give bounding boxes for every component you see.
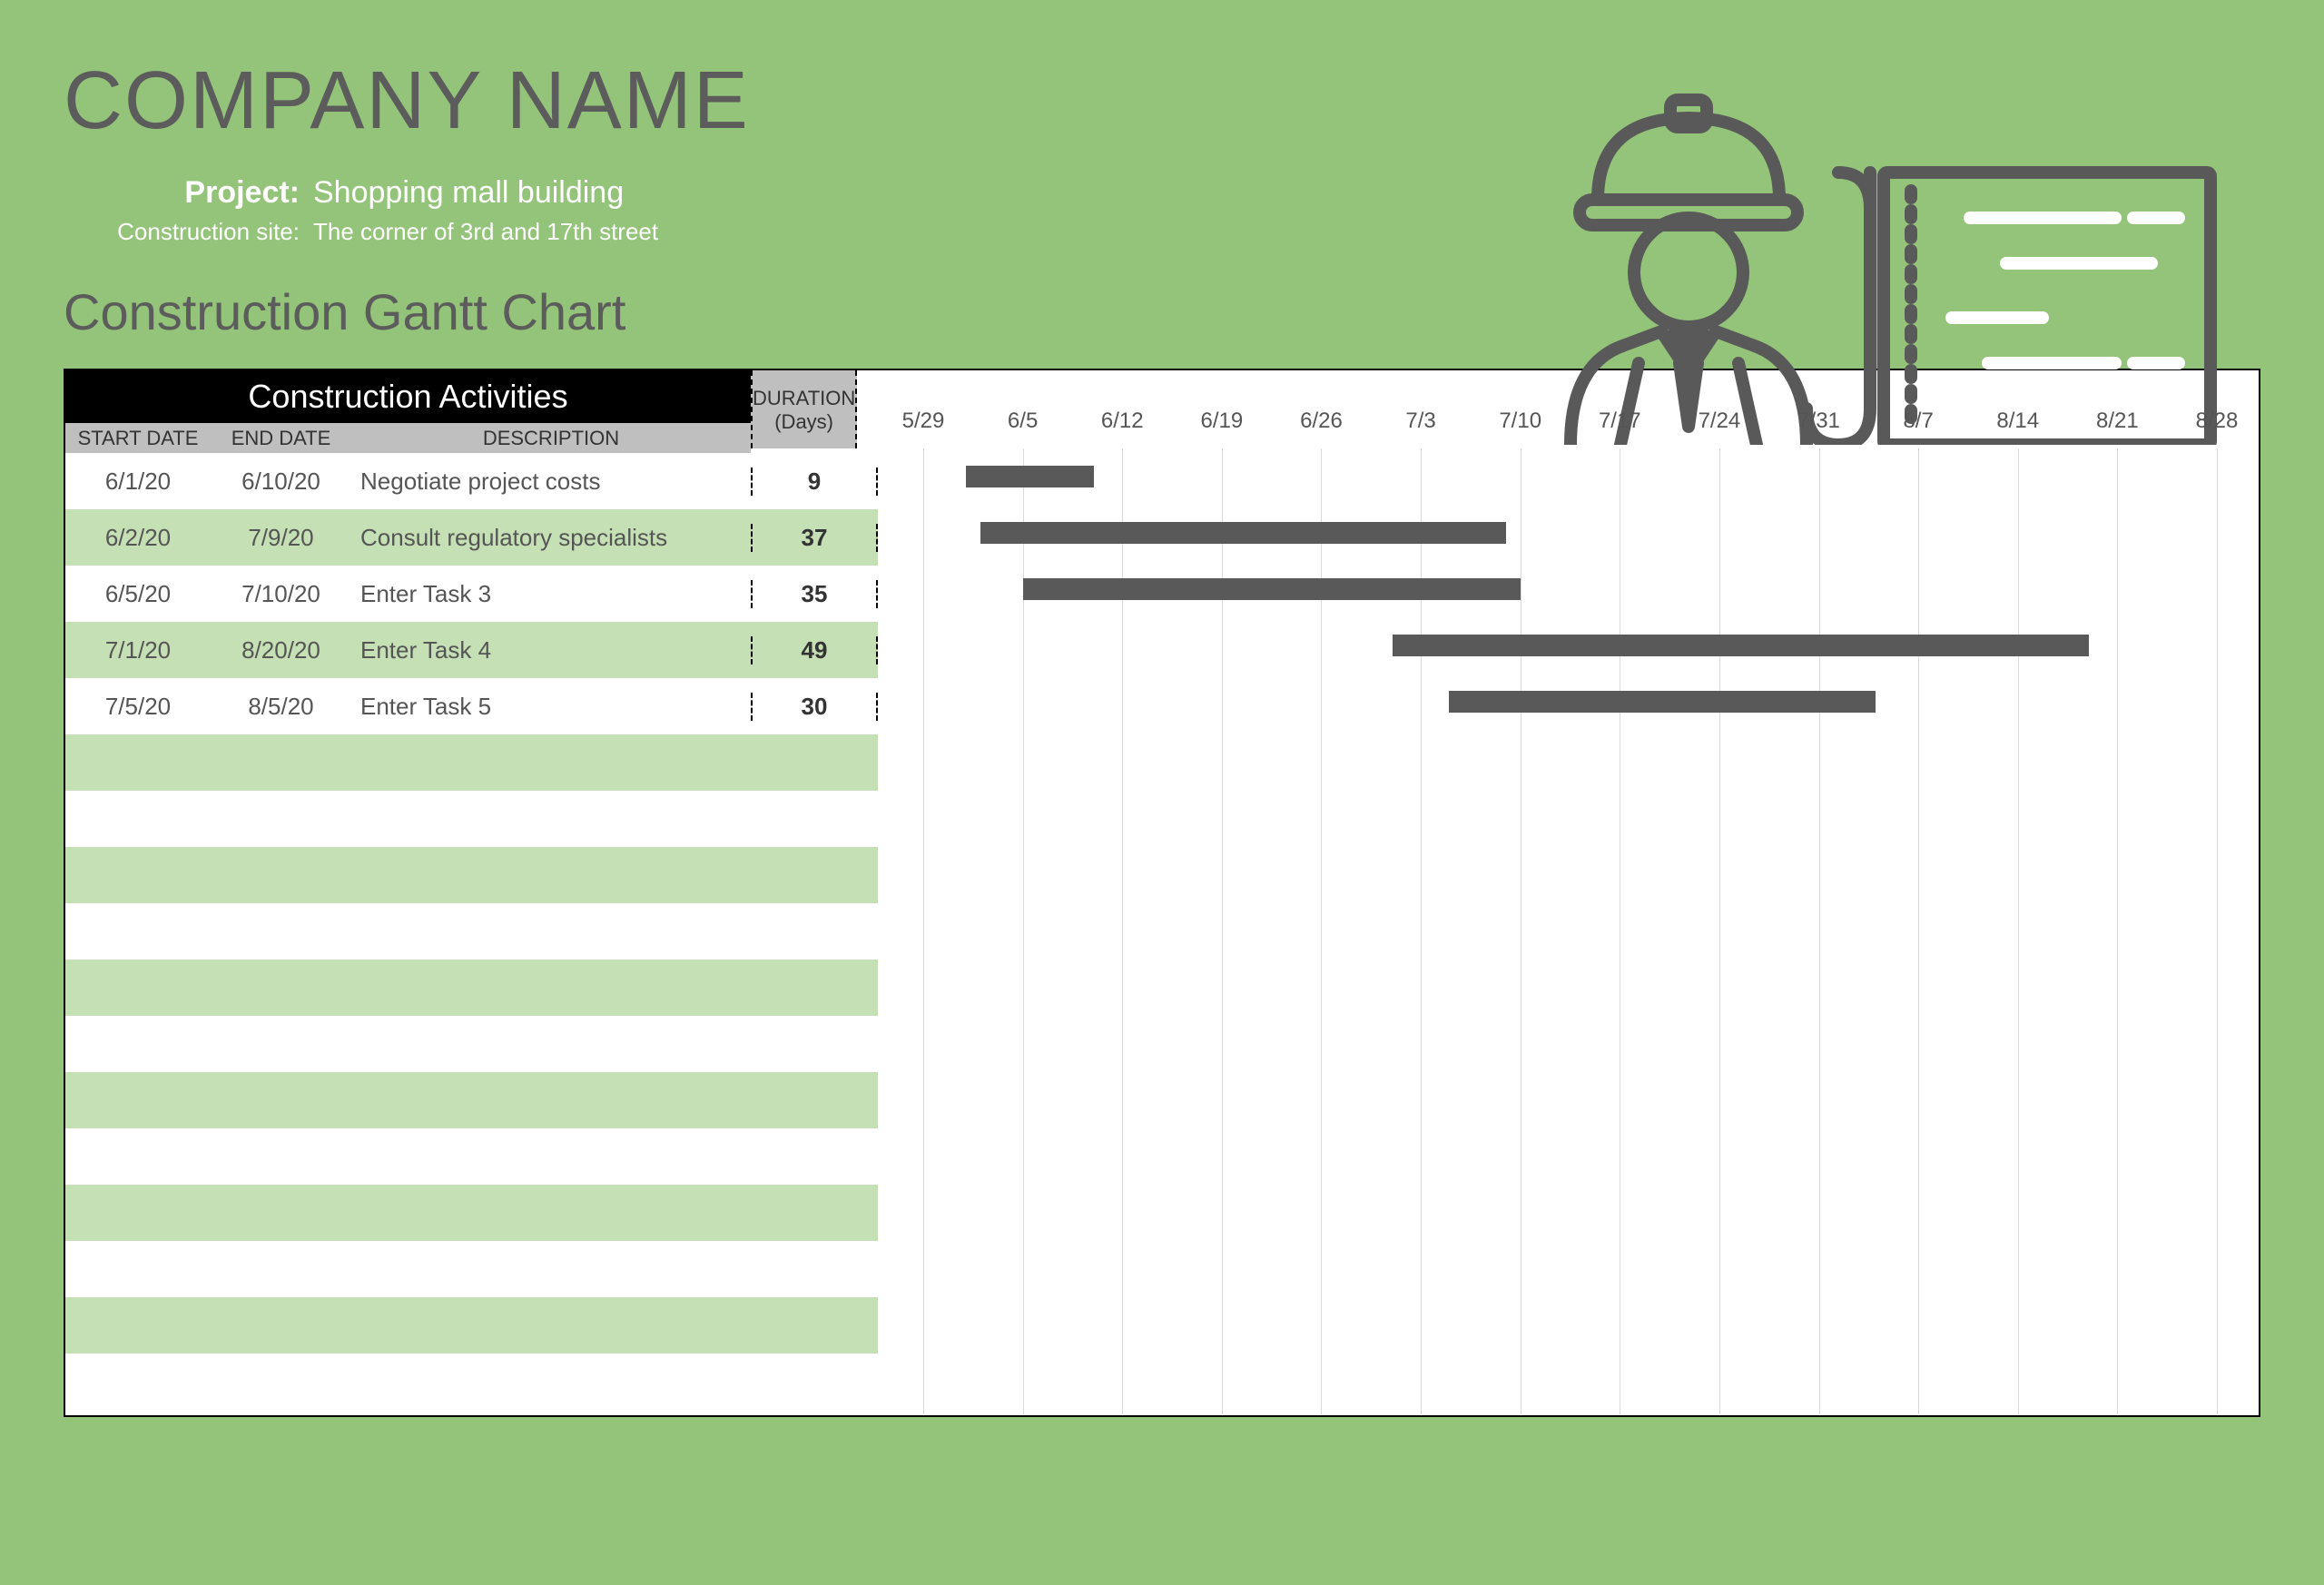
timeline-date: 6/12 [1101, 409, 1144, 434]
table-row [65, 1354, 878, 1410]
cell-start: 6/2/20 [65, 524, 211, 552]
sub-header: START DATE END DATE DESCRIPTION [65, 423, 751, 453]
cell-desc: Negotiate project costs [351, 468, 751, 496]
gantt-bar [980, 522, 1506, 544]
table-row [65, 1128, 878, 1185]
table-row [65, 903, 878, 960]
cell-duration: 37 [751, 524, 878, 552]
timeline-date: 8/14 [1996, 409, 2039, 434]
cell-end: 8/5/20 [211, 693, 351, 721]
gantt-chart-container: Construction Activities START DATE END D… [64, 369, 2260, 1417]
timeline-date: 7/17 [1599, 409, 1641, 434]
cell-duration: 35 [751, 580, 878, 608]
gantt-row [878, 617, 2259, 674]
table-row [65, 1072, 878, 1128]
timeline-date: 7/3 [1405, 409, 1435, 434]
timeline-date: 6/19 [1200, 409, 1243, 434]
cell-end: 7/10/20 [211, 580, 351, 608]
cell-end: 7/9/20 [211, 524, 351, 552]
timeline-date: 7/24 [1699, 409, 1741, 434]
cell-duration: 9 [751, 468, 878, 496]
timeline-date: 6/26 [1300, 409, 1343, 434]
table-row [65, 1016, 878, 1072]
gantt-bar [1393, 635, 2089, 656]
col-desc-header: DESCRIPTION [351, 427, 751, 450]
cell-desc: Enter Task 3 [351, 580, 751, 608]
duration-header: DURATION (Days) [751, 370, 857, 448]
table-row: 7/5/208/5/20Enter Task 530 [65, 678, 878, 734]
table-row [65, 847, 878, 903]
project-value: Shopping mall building [313, 175, 624, 211]
col-start-header: START DATE [65, 427, 211, 450]
timeline-date: 8/7 [1903, 409, 1933, 434]
gantt-timeline-header: 5/29 6/5 6/12 6/19 6/26 7/3 7/10 7/17 7/24 7/31 8/… [878, 394, 2259, 448]
gantt-row [878, 505, 2259, 561]
timeline-date: 7/10 [1499, 409, 1541, 434]
gantt-row [878, 674, 2259, 730]
timeline-date: 8/28 [2196, 409, 2239, 434]
task-rows: 6/1/206/10/20Negotiate project costs96/2… [65, 453, 878, 1410]
gantt-row [878, 448, 2259, 505]
cell-end: 6/10/20 [211, 468, 351, 496]
cell-end: 8/20/20 [211, 636, 351, 665]
timeline-date: 7/31 [1797, 409, 1840, 434]
table-row: 6/2/207/9/20Consult regulatory specialis… [65, 509, 878, 566]
gantt-bar [966, 466, 1094, 487]
cell-desc: Enter Task 5 [351, 693, 751, 721]
table-row: 6/1/206/10/20Negotiate project costs9 [65, 453, 878, 509]
cell-duration: 49 [751, 636, 878, 665]
header: COMPANY NAME Project: Shopping mall buil… [64, 54, 2260, 341]
gantt-bar [1023, 578, 1521, 600]
cell-start: 6/5/20 [65, 580, 211, 608]
table-row [65, 960, 878, 1016]
duration-label-2: (Days) [753, 410, 855, 434]
cell-duration: 30 [751, 693, 878, 721]
cell-desc: Consult regulatory specialists [351, 524, 751, 552]
gantt-area: 5/29 6/5 6/12 6/19 6/26 7/3 7/10 7/17 7/24 7/31 8/… [878, 370, 2259, 1415]
table-row: 6/5/207/10/20Enter Task 335 [65, 566, 878, 622]
timeline-date: 6/5 [1008, 409, 1038, 434]
table-row [65, 1297, 878, 1354]
site-label: Construction site: [104, 218, 313, 246]
cell-start: 7/1/20 [65, 636, 211, 665]
col-end-header: END DATE [211, 427, 351, 450]
duration-label-1: DURATION [753, 387, 855, 410]
table-row: 7/1/208/20/20Enter Task 449 [65, 622, 878, 678]
left-panel: Construction Activities START DATE END D… [65, 370, 878, 1415]
table-row [65, 734, 878, 791]
table-row [65, 791, 878, 847]
table-row [65, 1241, 878, 1297]
table-row [65, 1185, 878, 1241]
gantt-bar [1449, 691, 1876, 713]
timeline-date: 8/21 [2096, 409, 2139, 434]
cell-start: 7/5/20 [65, 693, 211, 721]
gantt-row [878, 561, 2259, 617]
project-label: Project: [104, 175, 313, 211]
activities-header: Construction Activities [65, 370, 751, 423]
cell-desc: Enter Task 4 [351, 636, 751, 665]
timeline-date: 5/29 [902, 409, 945, 434]
cell-start: 6/1/20 [65, 468, 211, 496]
site-value: The corner of 3rd and 17th street [313, 218, 658, 246]
gantt-body [878, 448, 2259, 1414]
